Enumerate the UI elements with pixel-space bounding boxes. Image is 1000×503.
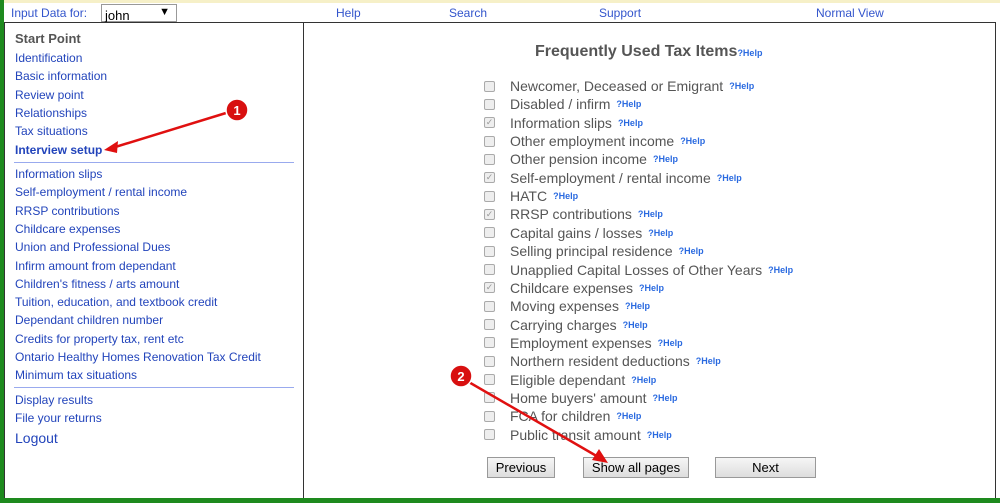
annotation-arrow-2 <box>466 379 601 460</box>
annotation-arrow-1 <box>111 111 227 150</box>
annotation-marker-2-label: 2 <box>457 369 464 384</box>
annotation-arrowhead-1 <box>104 141 118 153</box>
annotation-marker-1-label: 1 <box>233 103 240 118</box>
annotation-overlay: 1 2 <box>104 98 608 463</box>
